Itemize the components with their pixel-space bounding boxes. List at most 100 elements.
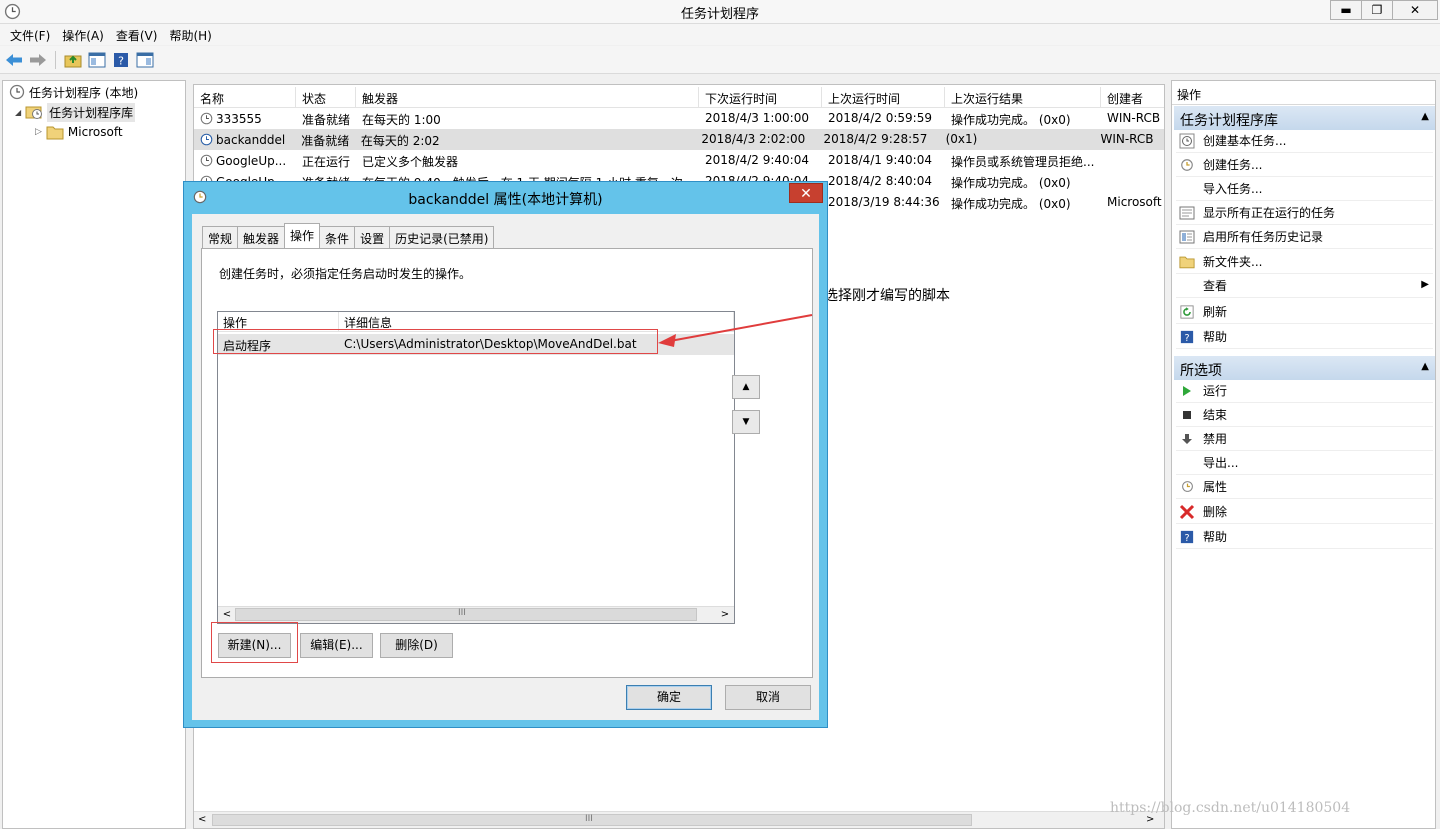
task-last-result: 操作成功完成。 (0x0) bbox=[951, 176, 1071, 190]
action-help[interactable]: ? 帮助 bbox=[1176, 325, 1433, 349]
action-properties[interactable]: 属性 bbox=[1176, 475, 1433, 499]
expand-triangle-icon[interactable]: ◢ bbox=[15, 108, 21, 117]
action-end[interactable]: 结束 bbox=[1176, 403, 1433, 427]
forward-arrow-icon[interactable] bbox=[28, 50, 48, 70]
navigation-tree: 任务计划程序 (本地) ◢ 任务计划程序库 ▷ Microsoft bbox=[2, 80, 186, 829]
action-label: 结束 bbox=[1203, 408, 1228, 422]
back-arrow-icon[interactable] bbox=[4, 50, 24, 70]
action-enable-history[interactable]: 启用所有任务历史记录 bbox=[1176, 225, 1433, 249]
action-import-task[interactable]: 导入任务... bbox=[1176, 177, 1433, 201]
scroll-right-icon[interactable]: > bbox=[717, 607, 733, 622]
action-export[interactable]: 导出... bbox=[1176, 451, 1433, 475]
close-button[interactable]: ✕ bbox=[1392, 0, 1438, 20]
task-row-selected[interactable]: backanddel 准备就绪 在每天的 2:02 2018/4/3 2:02:… bbox=[194, 129, 1164, 150]
tree-root[interactable]: 任务计划程序 (本地) bbox=[9, 82, 138, 102]
action-disable[interactable]: 禁用 bbox=[1176, 427, 1433, 451]
action-new-folder[interactable]: 新文件夹... bbox=[1176, 250, 1433, 274]
task-last-run: 2018/4/2 9:28:57 bbox=[823, 132, 928, 146]
tree-item-library[interactable]: ◢ 任务计划程序库 bbox=[15, 102, 136, 122]
action-view[interactable]: 查看 ▶ bbox=[1176, 274, 1433, 298]
tab-conditions[interactable]: 条件 bbox=[319, 226, 356, 248]
collapse-triangle-icon[interactable]: ▷ bbox=[35, 127, 42, 137]
minimize-button[interactable]: ▬ bbox=[1330, 0, 1362, 20]
tab-actions[interactable]: 操作 bbox=[284, 223, 321, 248]
show-pane-icon[interactable] bbox=[87, 50, 107, 70]
tab-triggers[interactable]: 触发器 bbox=[237, 226, 286, 248]
scroll-left-icon[interactable]: < bbox=[219, 607, 235, 622]
action-refresh[interactable]: 刷新 bbox=[1176, 300, 1433, 324]
action-help-selected[interactable]: ? 帮助 bbox=[1176, 525, 1433, 549]
action-label: 帮助 bbox=[1203, 530, 1228, 544]
ok-button[interactable]: 确定 bbox=[626, 685, 712, 710]
dialog-tabs: 常规 触发器 操作 条件 设置 历史记录(已禁用) bbox=[202, 223, 495, 248]
menu-file[interactable]: 文件(F) bbox=[4, 24, 56, 45]
action-pane-icon[interactable] bbox=[135, 50, 155, 70]
task-row[interactable]: 333555 准备就绪 在每天的 1:00 2018/4/3 1:00:00 2… bbox=[194, 108, 1164, 129]
col-action[interactable]: 操作 bbox=[218, 312, 339, 331]
col-author[interactable]: 创建者 bbox=[1101, 87, 1164, 107]
action-label: 删除 bbox=[1203, 505, 1228, 519]
action-label: 导入任务... bbox=[1203, 182, 1263, 196]
new-action-button[interactable]: 新建(N)... bbox=[218, 633, 291, 658]
dialog-title-bar[interactable]: backanddel 属性(本地计算机) ✕ bbox=[184, 182, 827, 213]
section-selected-item[interactable]: 所选项 ▲ bbox=[1174, 356, 1435, 380]
col-status[interactable]: 状态 bbox=[296, 87, 356, 107]
menu-view[interactable]: 查看(V) bbox=[110, 24, 164, 45]
svg-text:?: ? bbox=[1184, 332, 1189, 343]
col-next-run[interactable]: 下次运行时间 bbox=[699, 87, 822, 107]
clock-icon bbox=[200, 133, 213, 146]
tab-general[interactable]: 常规 bbox=[202, 226, 239, 248]
help-icon[interactable]: ? bbox=[111, 50, 131, 70]
action-row[interactable]: 启动程序 C:\Users\Administrator\Desktop\Move… bbox=[218, 334, 734, 355]
scroll-left-icon[interactable]: < bbox=[198, 814, 206, 825]
col-trigger[interactable]: 触发器 bbox=[356, 87, 699, 107]
cancel-button[interactable]: 取消 bbox=[725, 685, 811, 710]
tree-item-microsoft[interactable]: ▷ Microsoft bbox=[35, 122, 123, 142]
action-list-hscroll[interactable]: < III > bbox=[218, 606, 734, 623]
task-list-hscroll[interactable]: < III > bbox=[194, 811, 1164, 828]
maximize-button[interactable]: ❐ bbox=[1361, 0, 1393, 20]
action-run[interactable]: 运行 bbox=[1176, 379, 1433, 403]
action-label: 查看 bbox=[1203, 279, 1228, 293]
action-create-task[interactable]: 创建任务... bbox=[1176, 153, 1433, 177]
basic-task-icon bbox=[1176, 133, 1198, 149]
move-down-button[interactable]: ▼ bbox=[732, 410, 760, 434]
action-label: 显示所有正在运行的任务 bbox=[1203, 206, 1336, 220]
menu-help[interactable]: 帮助(H) bbox=[163, 24, 217, 45]
task-last-result: 操作员或系统管理员拒绝... bbox=[951, 155, 1095, 169]
down-arrow-icon bbox=[1176, 433, 1198, 445]
move-up-button[interactable]: ▲ bbox=[732, 375, 760, 399]
task-last-result: 操作成功完成。 (0x0) bbox=[951, 113, 1071, 127]
collapse-up-icon[interactable]: ▲ bbox=[1421, 111, 1429, 122]
task-status: 准备就绪 bbox=[302, 113, 351, 127]
scroll-thumb[interactable]: III bbox=[212, 814, 972, 826]
up-folder-icon[interactable] bbox=[63, 50, 83, 70]
task-row[interactable]: GoogleUp... 正在运行 已定义多个触发器 2018/4/2 9:40:… bbox=[194, 150, 1164, 171]
edit-action-button[interactable]: 编辑(E)... bbox=[300, 633, 373, 658]
tab-settings[interactable]: 设置 bbox=[354, 226, 391, 248]
col-last-run[interactable]: 上次运行时间 bbox=[822, 87, 945, 107]
delete-x-icon bbox=[1176, 504, 1198, 520]
col-last-result[interactable]: 上次运行结果 bbox=[945, 87, 1101, 107]
action-detail: C:\Users\Administrator\Desktop\MoveAndDe… bbox=[344, 337, 637, 351]
action-create-basic-task[interactable]: 创建基本任务... bbox=[1176, 129, 1433, 153]
collapse-up-icon[interactable]: ▲ bbox=[1421, 361, 1429, 372]
tab-history[interactable]: 历史记录(已禁用) bbox=[389, 226, 495, 248]
action-delete[interactable]: 删除 bbox=[1176, 500, 1433, 524]
section-library[interactable]: 任务计划程序库 ▲ bbox=[1174, 106, 1435, 130]
new-folder-icon bbox=[1176, 255, 1198, 269]
stop-icon bbox=[1176, 410, 1198, 420]
menu-action[interactable]: 操作(A) bbox=[56, 24, 110, 45]
dialog-title: backanddel 属性(本地计算机) bbox=[408, 192, 603, 208]
actions-pane: 操作 任务计划程序库 ▲ 创建基本任务... 创建任务... 导入任务... 显… bbox=[1171, 80, 1436, 829]
task-author: Microsoft bbox=[1107, 195, 1162, 209]
action-show-running[interactable]: 显示所有正在运行的任务 bbox=[1176, 201, 1433, 225]
col-name[interactable]: 名称 bbox=[194, 87, 296, 107]
delete-action-button[interactable]: 删除(D) bbox=[380, 633, 453, 658]
scroll-thumb[interactable]: III bbox=[235, 608, 697, 621]
col-details[interactable]: 详细信息 bbox=[339, 312, 734, 331]
task-author: WIN-RCB bbox=[1100, 132, 1154, 146]
folder-clock-icon bbox=[25, 106, 43, 119]
properties-icon bbox=[1176, 480, 1198, 493]
dialog-close-button[interactable]: ✕ bbox=[789, 183, 823, 203]
